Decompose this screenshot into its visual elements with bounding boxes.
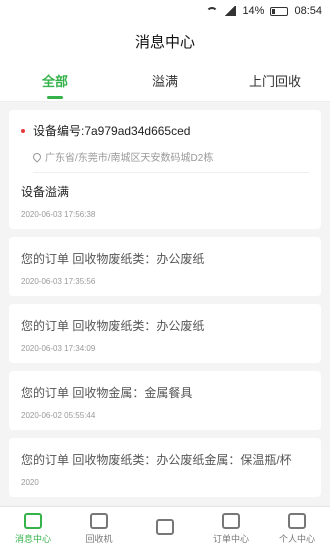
nav-profile[interactable]: 个人中心	[264, 507, 330, 550]
battery-icon	[270, 6, 289, 16]
recycler-icon	[90, 512, 108, 529]
order-message: 您的订单 回收物金属：金属餐具	[21, 386, 193, 400]
device-title-row: 设备编号:7a979ad34d665ced	[21, 122, 309, 139]
order-message-card[interactable]: 您的订单 回收物废纸类：办公废纸 2020-06-03 17:34:09	[9, 304, 321, 363]
order-message-card[interactable]: 您的订单 回收物金属：金属餐具 2020-06-02 05:55:44	[9, 371, 321, 430]
bottom-tab-bar: 消息中心 回收机 订单中心 个人中心	[0, 506, 330, 550]
page-title: 消息中心	[134, 33, 195, 51]
order-message-card[interactable]: 您的订单 回收物废纸类：办公废纸 2020-06-03 17:35:56	[9, 237, 321, 296]
order-message: 您的订单 回收物废纸类：办公废纸	[21, 252, 205, 266]
signal-icon	[224, 6, 237, 16]
nav-scan[interactable]	[132, 507, 198, 550]
nav-message-center[interactable]: 消息中心	[0, 507, 66, 550]
orders-icon	[222, 512, 240, 529]
order-message-time: 2020	[21, 478, 39, 487]
location-pin-icon	[31, 150, 43, 163]
tab-bar: 全部 溢满 上门回收	[0, 60, 330, 102]
battery-percent: 14%	[242, 5, 265, 17]
tab-overflow[interactable]: 溢满	[110, 60, 220, 101]
order-message: 您的订单 回收物废纸类：办公废纸	[21, 319, 205, 333]
order-message-card[interactable]: 您的订单 回收物废纸类：办公废纸金属：保温瓶/杯 2020	[9, 438, 321, 497]
device-id: 设备编号:7a979ad34d665ced	[33, 124, 191, 138]
status-time: 08:54	[294, 5, 322, 17]
nav-label: 订单中心	[212, 533, 249, 544]
tab-pickup[interactable]: 上门回收	[220, 60, 330, 101]
tab-all[interactable]: 全部	[0, 60, 110, 101]
nav-orders[interactable]: 订单中心	[198, 507, 264, 550]
message-list: 设备编号:7a979ad34d665ced 广东省/东莞市/南城区天安数码城D2…	[0, 102, 330, 497]
order-message-time: 2020-06-03 17:35:56	[21, 277, 96, 286]
order-message-time: 2020-06-03 17:34:09	[21, 344, 96, 353]
device-message-time: 2020-06-03 17:56:38	[21, 210, 96, 219]
device-address: 广东省/东莞市/南城区天安数码城D2栋	[45, 153, 214, 164]
page-header: 消息中心	[0, 22, 330, 60]
device-address-row: 广东省/东莞市/南城区天安数码城D2栋	[31, 149, 309, 173]
device-message: 设备溢满	[21, 185, 70, 199]
order-message-time: 2020-06-02 05:55:44	[21, 411, 96, 420]
wifi-icon	[206, 6, 219, 16]
nav-label: 消息中心	[14, 533, 51, 544]
unread-dot	[21, 128, 25, 133]
message-icon	[24, 512, 42, 529]
device-message-card[interactable]: 设备编号:7a979ad34d665ced 广东省/东莞市/南城区天安数码城D2…	[9, 110, 321, 229]
order-message: 您的订单 回收物废纸类：办公废纸金属：保温瓶/杯	[21, 453, 292, 467]
scan-icon	[156, 519, 174, 535]
status-bar: 14% 08:54	[0, 0, 330, 22]
nav-recycler[interactable]: 回收机	[66, 507, 132, 550]
profile-icon	[288, 512, 306, 529]
nav-label: 回收机	[85, 533, 113, 544]
nav-label: 个人中心	[278, 533, 315, 544]
